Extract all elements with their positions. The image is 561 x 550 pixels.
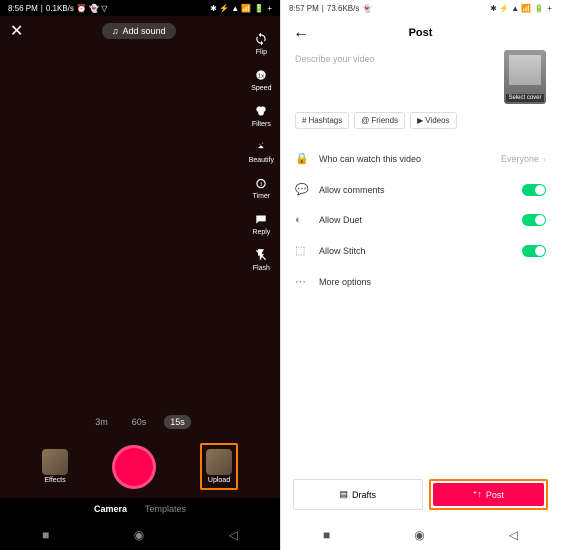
svg-text:3: 3 — [260, 181, 263, 186]
upload-highlight: Upload — [200, 443, 238, 490]
tool-speed[interactable]: 1xSpeed — [251, 66, 271, 92]
record-button[interactable] — [112, 445, 156, 489]
tab-templates[interactable]: Templates — [145, 504, 186, 514]
android-navbar: ■ ◉ ◁ — [281, 520, 560, 550]
more-icon: ⋯ — [295, 275, 309, 288]
tool-flip[interactable]: Flip — [252, 30, 270, 56]
nav-home-icon[interactable]: ◉ — [414, 528, 424, 542]
setting-comments: 💬 Allow comments — [295, 174, 546, 205]
nav-home-icon[interactable]: ◉ — [134, 528, 144, 542]
add-sound-label: Add sound — [123, 26, 166, 36]
post-highlight: ⁺↑ Post — [429, 479, 549, 510]
page-title: Post — [409, 27, 433, 39]
back-icon[interactable]: ← — [293, 24, 309, 42]
flip-icon — [252, 30, 270, 48]
tool-beautify[interactable]: Beautify — [249, 138, 274, 164]
duet-toggle[interactable] — [522, 214, 546, 226]
camera-screen: 8:56 PM|0.1KB/s⏰ 👻 ▽ ✱ ⚡ ▲ 📶🔋+ ✕ ♫ Add s… — [0, 0, 280, 550]
duration-15s[interactable]: 15s — [164, 415, 191, 429]
post-actions: ▤ Drafts ⁺↑ Post — [281, 469, 560, 520]
effects-button[interactable]: Effects — [42, 449, 68, 484]
setting-privacy[interactable]: 🔒 Who can watch this video Everyone › — [295, 143, 546, 174]
music-icon: ♫ — [112, 26, 119, 36]
tool-reply[interactable]: Reply — [252, 210, 270, 236]
drafts-icon: ▤ — [339, 489, 348, 500]
tag-row: #Hashtags @Friends ▶Videos — [295, 112, 546, 129]
add-sound-button[interactable]: ♫ Add sound — [102, 23, 176, 39]
beautify-icon — [252, 138, 270, 156]
comment-icon: 💬 — [295, 183, 309, 196]
post-screen: 8:57 PM|73.6KB/s👻 ✱ ⚡ ▲ 📶🔋+ ← Post Descr… — [280, 0, 560, 550]
comments-toggle[interactable] — [522, 184, 546, 196]
camera-tools: Flip 1xSpeed Filters Beautify 3Timer Rep… — [249, 30, 274, 272]
drafts-button[interactable]: ▤ Drafts — [293, 479, 423, 510]
close-icon[interactable]: ✕ — [10, 21, 23, 41]
duration-60s[interactable]: 60s — [126, 415, 153, 429]
camera-bottom-controls: Effects Upload — [0, 435, 280, 498]
setting-duet: ◐ Allow Duet — [295, 205, 546, 235]
duet-icon: ◐ — [295, 214, 309, 226]
post-icon: ⁺↑ — [473, 489, 482, 500]
tool-filters[interactable]: Filters — [252, 102, 271, 128]
timer-icon: 3 — [252, 174, 270, 192]
setting-more[interactable]: ⋯ More options — [295, 266, 546, 297]
friends-button[interactable]: @Friends — [354, 112, 405, 129]
effects-thumb-icon — [42, 449, 68, 475]
nav-back-icon[interactable]: ◁ — [509, 528, 518, 542]
camera-topbar: ✕ ♫ Add sound — [0, 16, 280, 46]
camera-viewport — [0, 46, 280, 409]
speed-icon: 1x — [252, 66, 270, 84]
svg-text:1x: 1x — [258, 73, 264, 79]
flash-icon — [252, 246, 270, 264]
upload-thumb-icon — [206, 449, 232, 475]
lock-icon: 🔒 — [295, 152, 309, 165]
nav-recent-icon[interactable]: ■ — [42, 528, 49, 542]
stitch-icon: ⬚ — [295, 244, 309, 257]
select-cover-button[interactable]: Select cover — [504, 50, 546, 104]
nav-recent-icon[interactable]: ■ — [323, 528, 330, 542]
post-button[interactable]: ⁺↑ Post — [433, 483, 545, 506]
hashtags-button[interactable]: #Hashtags — [295, 112, 349, 129]
setting-stitch: ⬚ Allow Stitch — [295, 235, 546, 266]
post-header: ← Post — [281, 16, 560, 50]
tool-timer[interactable]: 3Timer — [252, 174, 270, 200]
reply-icon — [252, 210, 270, 228]
status-bar: 8:57 PM|73.6KB/s👻 ✱ ⚡ ▲ 📶🔋+ — [281, 0, 560, 16]
filters-icon — [252, 102, 270, 120]
tool-flash[interactable]: Flash — [252, 246, 270, 272]
upload-button[interactable]: Upload — [206, 449, 232, 484]
tab-camera[interactable]: Camera — [94, 504, 127, 514]
duration-selector: 3m 60s 15s — [0, 409, 280, 435]
chevron-right-icon: › — [543, 154, 546, 164]
mode-tabs: Camera Templates — [0, 498, 280, 520]
description-input[interactable]: Describe your video — [295, 50, 496, 104]
stitch-toggle[interactable] — [522, 245, 546, 257]
videos-button[interactable]: ▶Videos — [410, 112, 456, 129]
post-body: Describe your video Select cover #Hashta… — [281, 50, 560, 469]
nav-back-icon[interactable]: ◁ — [229, 528, 238, 542]
android-navbar: ■ ◉ ◁ — [0, 520, 280, 550]
duration-3m[interactable]: 3m — [89, 415, 114, 429]
status-bar: 8:56 PM|0.1KB/s⏰ 👻 ▽ ✱ ⚡ ▲ 📶🔋+ — [0, 0, 280, 16]
